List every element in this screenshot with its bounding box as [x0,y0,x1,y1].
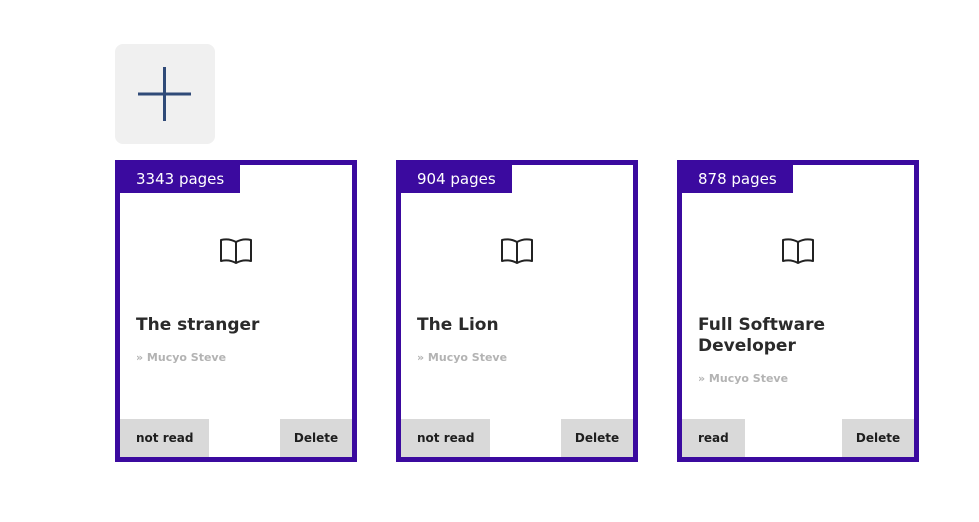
pages-badge: 3343 pages [120,165,241,193]
book-title: The Lion [417,315,499,335]
book-card: 878 pages Full Software Developer » Mucy… [677,160,919,462]
read-status-button[interactable]: not read [401,419,491,457]
book-card: 3343 pages The stranger » Mucyo Steve no… [115,160,357,462]
add-book-button[interactable] [115,44,215,144]
book-author: » Mucyo Steve [698,372,789,385]
open-book-icon [501,238,533,264]
pages-badge: 878 pages [682,165,793,193]
book-card: 904 pages The Lion » Mucyo Steve not rea… [396,160,638,462]
plus-icon [138,67,191,121]
delete-button[interactable]: Delete [280,419,352,457]
book-title: Full Software Developer [698,315,825,356]
read-status-button[interactable]: not read [120,419,210,457]
book-library: 3343 pages The stranger » Mucyo Steve no… [0,0,979,522]
book-author: » Mucyo Steve [136,351,227,364]
delete-button[interactable]: Delete [842,419,914,457]
book-author: » Mucyo Steve [417,351,508,364]
read-status-button[interactable]: read [682,419,745,457]
delete-button[interactable]: Delete [561,419,633,457]
open-book-icon [782,238,814,264]
pages-badge: 904 pages [401,165,512,193]
open-book-icon [220,238,252,264]
book-title: The stranger [136,315,260,335]
